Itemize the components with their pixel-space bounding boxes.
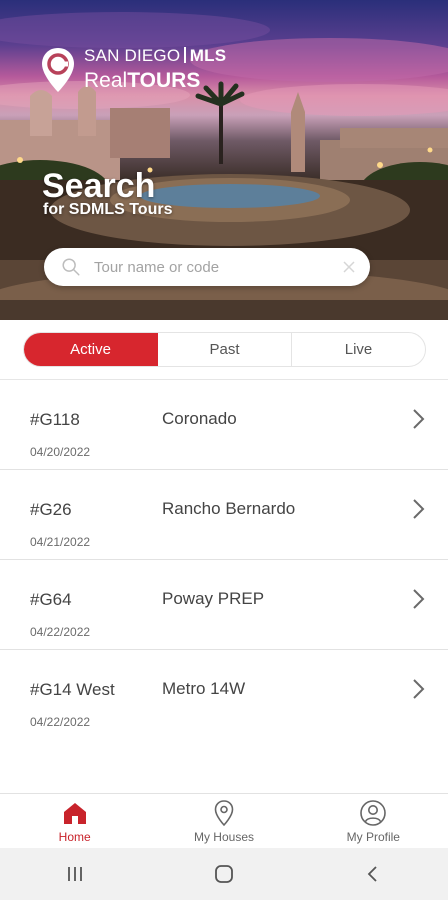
search-icon [62, 258, 80, 276]
chevron-right-icon [413, 589, 425, 609]
search-input[interactable] [94, 258, 342, 276]
page-subtitle: for SDMLS Tours [43, 201, 173, 218]
back-icon [368, 866, 377, 882]
tour-name: Poway PREP [162, 589, 265, 608]
back-button[interactable] [343, 854, 403, 894]
brand-logo: SAN DIEGO MLS RealTOURS [40, 46, 226, 94]
home-icon [63, 803, 86, 824]
tour-name: Coronado [162, 409, 237, 428]
list-item[interactable]: #G64 Poway PREP 04/22/2022 [0, 560, 448, 650]
tour-date: 04/20/2022 [30, 445, 91, 459]
nav-home[interactable]: Home [0, 794, 149, 848]
tour-list: #G118 Coronado 04/20/2022 #G26 Rancho Be… [0, 380, 448, 740]
location-pin-icon [214, 800, 234, 827]
nav-my-houses-label: My Houses [193, 830, 254, 844]
clear-icon[interactable] [342, 260, 356, 274]
tab-active[interactable]: Active [24, 333, 158, 366]
recent-apps-icon [67, 867, 82, 881]
hero-banner: SAN DIEGO MLS RealTOURS Search for SDMLS … [0, 0, 448, 320]
tour-name: Rancho Bernardo [162, 499, 296, 518]
location-pin-logo-icon [42, 48, 74, 92]
tab-live[interactable]: Live [292, 333, 425, 366]
brand-line2-light: Real [84, 69, 128, 92]
list-item[interactable]: #G26 Rancho Bernardo 04/21/2022 [0, 470, 448, 560]
chevron-right-icon [413, 679, 425, 699]
profile-icon [360, 800, 387, 826]
system-navigation-bar [0, 848, 448, 900]
nav-home-label: Home [58, 830, 91, 844]
brand-line2-bold: TOURS [127, 69, 201, 92]
recent-apps-button[interactable] [45, 854, 105, 894]
chevron-right-icon [413, 409, 425, 429]
nav-my-houses[interactable]: My Houses [149, 794, 298, 848]
tour-date: 04/22/2022 [30, 715, 91, 729]
tour-code: #G14 West [30, 680, 115, 699]
tour-code: #G26 [30, 500, 72, 519]
home-button[interactable] [194, 854, 254, 894]
brand-line1-left: SAN DIEGO [84, 46, 181, 65]
nav-my-profile-label: My Profile [346, 830, 400, 844]
home-button-icon [215, 865, 233, 883]
list-item[interactable]: #G14 West Metro 14W 04/22/2022 [0, 650, 448, 740]
brand-line1-right: MLS [189, 46, 227, 65]
tour-name: Metro 14W [162, 679, 246, 698]
search-bar[interactable] [44, 248, 370, 286]
tour-code: #G118 [30, 410, 80, 429]
tour-date: 04/22/2022 [30, 625, 91, 639]
tour-date: 04/21/2022 [30, 535, 91, 549]
tour-code: #G64 [30, 590, 72, 609]
list-item[interactable]: #G118 Coronado 04/20/2022 [0, 380, 448, 470]
chevron-right-icon [413, 499, 425, 519]
bottom-navigation: Home My Houses My Profile [0, 793, 448, 848]
page-title: Search [42, 167, 156, 205]
app-screen: SAN DIEGO MLS RealTOURS Search for SDMLS … [0, 0, 448, 900]
nav-my-profile[interactable]: My Profile [299, 794, 448, 848]
tour-status-tabs: Active Past Live [23, 332, 426, 367]
tab-past[interactable]: Past [158, 333, 292, 366]
